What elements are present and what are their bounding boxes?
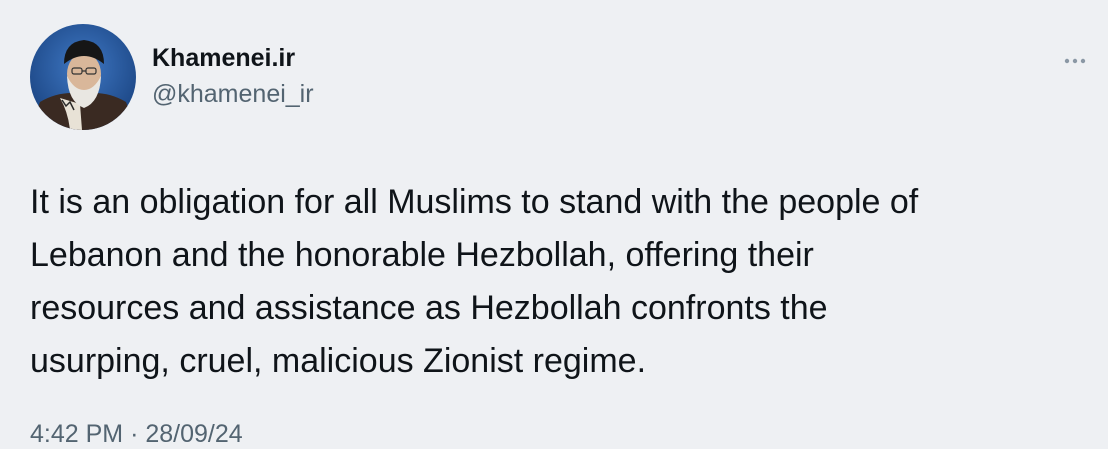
meta-separator: · bbox=[130, 420, 139, 448]
author-avatar[interactable] bbox=[30, 24, 136, 130]
tweet-time[interactable]: 4:42 PM bbox=[30, 420, 123, 448]
tweet-date[interactable]: 28/09/24 bbox=[145, 420, 242, 448]
tweet-timestamp: 4:42 PM · 28/09/24 bbox=[30, 420, 243, 449]
tweet-card: Khamenei.ir @khamenei_ir It is an obliga… bbox=[0, 0, 1108, 448]
tweet-text: It is an obligation for all Muslims to s… bbox=[30, 183, 919, 380]
ellipsis-icon bbox=[1064, 58, 1086, 64]
more-options-button[interactable] bbox=[1058, 46, 1092, 76]
author-handle[interactable]: @khamenei_ir bbox=[152, 80, 314, 109]
profile-photo-icon bbox=[30, 24, 136, 130]
author-display-name[interactable]: Khamenei.ir bbox=[152, 44, 295, 73]
